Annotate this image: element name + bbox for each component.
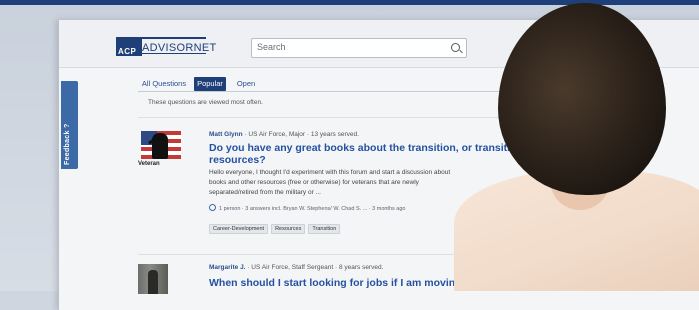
tab-open[interactable]: Open [230, 77, 262, 91]
post-author: Margarite J. · US Air Force, Staff Serge… [209, 264, 383, 271]
author-info: · US Air Force, Staff Sergeant · 8 years… [245, 264, 384, 271]
author-name-link[interactable]: Matt Glynn [209, 131, 243, 138]
feedback-tab[interactable]: Feedback ? [61, 81, 78, 169]
author-info: · US Air Force, Major · 13 years served. [242, 131, 359, 138]
people-icon [209, 204, 216, 211]
logo-acp-text: ACP [118, 47, 137, 56]
tab-description: These questions are viewed most often. [148, 99, 263, 106]
tab-popular[interactable]: Popular [194, 77, 226, 91]
question-title-line-2[interactable]: resources? [209, 154, 266, 166]
site-logo[interactable]: ACP ADVISORNET [116, 34, 216, 56]
logo-rule-bottom [142, 53, 206, 54]
search-input[interactable]: Search [251, 38, 467, 58]
logo-rule-top [142, 37, 206, 39]
tag-transition[interactable]: Transition [308, 224, 341, 234]
saluting-soldier-icon [152, 133, 168, 159]
person-foreground [440, 0, 699, 291]
logo-mark: ACP [116, 37, 142, 56]
tag-career-development[interactable]: Career-Development [209, 224, 269, 234]
post-meta: 1 person · 3 answers incl. Bryan W. Step… [209, 204, 405, 212]
search-placeholder: Search [257, 42, 286, 52]
person-hair [498, 3, 666, 195]
tag-resources[interactable]: Resources [271, 224, 306, 234]
tag-list: Career-Development Resources Transition [209, 217, 343, 234]
post-author: Matt Glynn · US Air Force, Major · 13 ye… [209, 131, 359, 138]
tab-all-questions[interactable]: All Questions [138, 77, 190, 91]
avatar-label: Veteran [138, 161, 160, 167]
post-meta-text[interactable]: 1 person · 3 answers incl. Bryan W. Step… [219, 206, 405, 212]
feedback-label: Feedback ? [64, 123, 71, 165]
author-name-link[interactable]: Margarite J. [209, 264, 246, 271]
avatar[interactable]: Veteran [138, 131, 182, 167]
avatar[interactable] [138, 264, 168, 294]
